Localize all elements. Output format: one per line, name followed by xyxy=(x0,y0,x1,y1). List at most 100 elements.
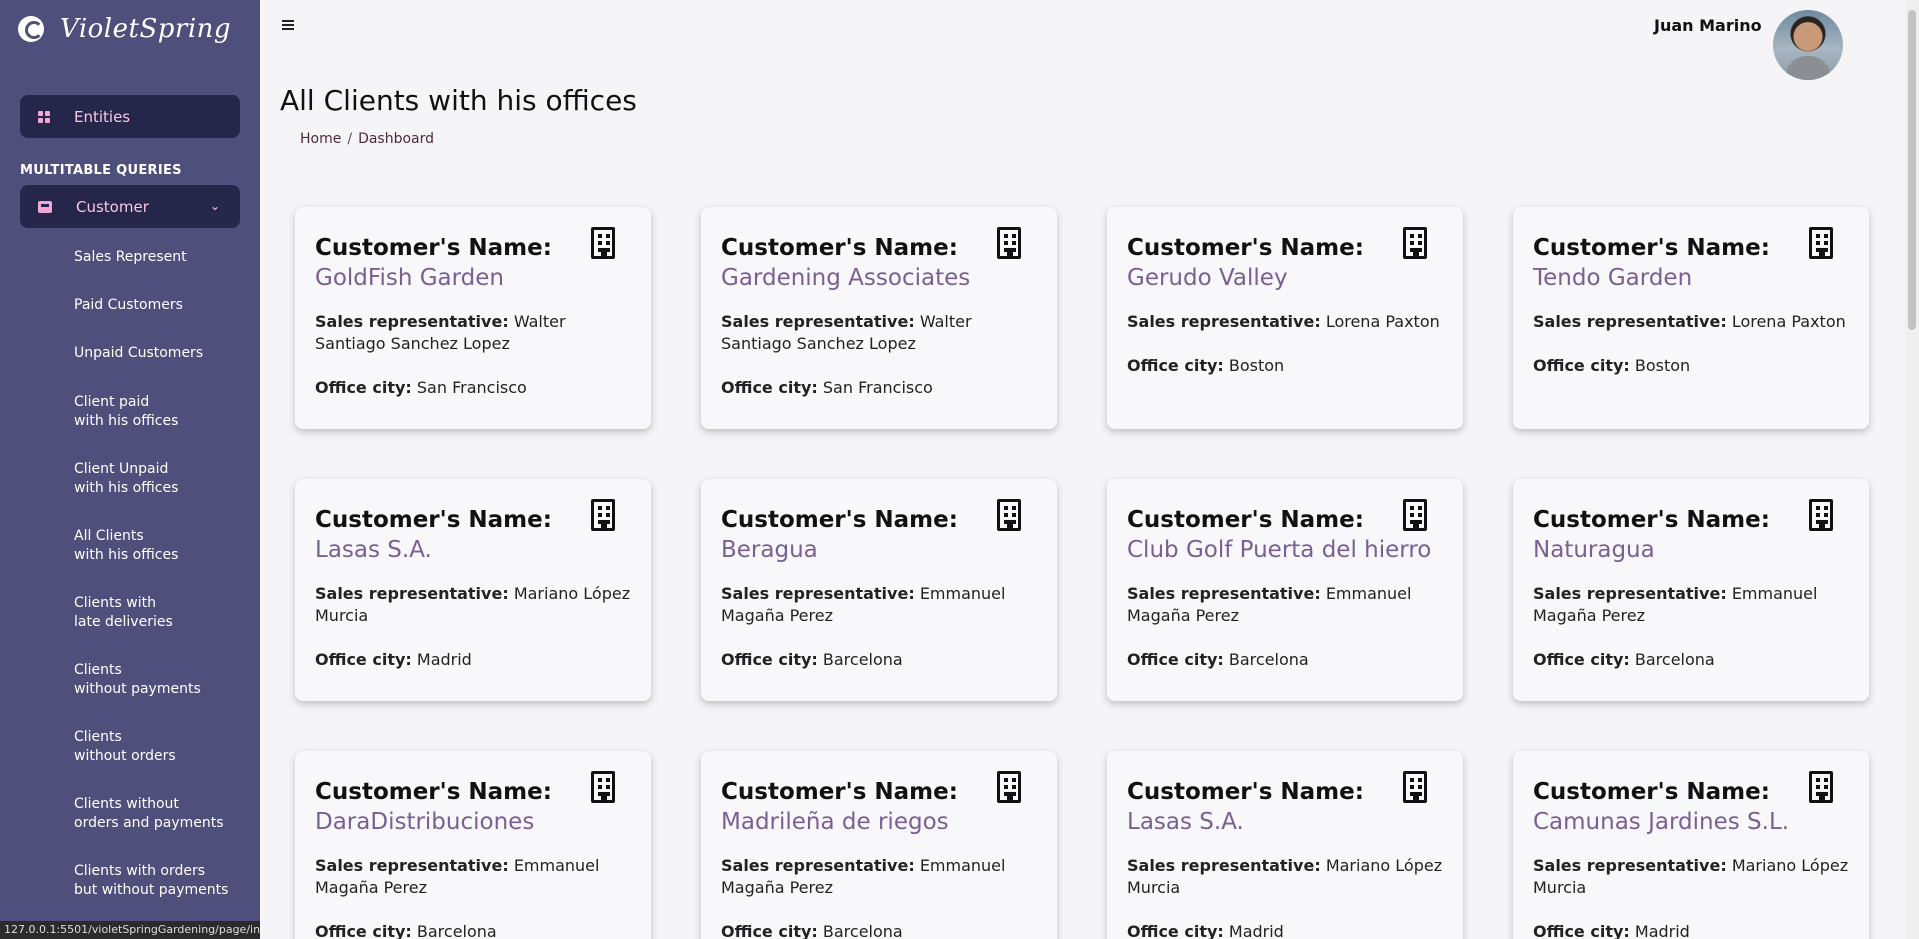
office-city-label: Office city: xyxy=(1533,356,1630,375)
customer-name-label: Customer's Name: xyxy=(1533,235,1770,261)
sales-rep-label: Sales representative: xyxy=(721,856,915,875)
sales-rep-row: Sales representative: Walter Santiago Sa… xyxy=(721,311,1037,355)
office-city-label: Office city: xyxy=(1533,650,1630,669)
sales-rep-value: Lorena Paxton xyxy=(1731,312,1846,331)
sidebar-subitem-label: orders and payments xyxy=(74,815,224,831)
sidebar-subitem[interactable]: Clients without orders xyxy=(74,728,176,766)
sidebar-item-label: Entities xyxy=(74,107,131,126)
inbox-icon xyxy=(38,200,52,213)
scrollbar[interactable] xyxy=(1905,0,1919,939)
customer-name: Lasas S.A. xyxy=(1127,809,1244,835)
breadcrumb-home[interactable]: Home xyxy=(300,131,341,147)
customer-name-label: Customer's Name: xyxy=(315,235,552,261)
office-city-value: Madrid xyxy=(1228,922,1284,939)
office-city-row: Office city: Madrid xyxy=(1533,921,1849,939)
sidebar-subitem-label: Unpaid Customers xyxy=(74,345,204,361)
sidebar-subitem-label: Clients with orders xyxy=(74,863,206,879)
sidebar-subitem-label: with his offices xyxy=(74,413,179,429)
sidebar-item-customer[interactable]: Customer ⌄ xyxy=(20,185,240,228)
breadcrumb-current: Dashboard xyxy=(358,131,435,147)
customer-card: Customer's Name: Lasas S.A. Sales represen… xyxy=(1107,751,1463,939)
sidebar-subitem[interactable]: Client Unpaid with his offices xyxy=(74,460,178,498)
sidebar-subitem[interactable]: Sales Represent xyxy=(74,248,187,267)
sales-rep-label: Sales representative: xyxy=(721,312,915,331)
sales-rep-row: Sales representative: Emmanuel Magaña Pe… xyxy=(721,583,1037,627)
status-url: 127.0.0.1:5501/violetSpringGardening/pag… xyxy=(0,921,260,939)
customer-name-label: Customer's Name: xyxy=(315,779,552,805)
customer-card: Customer's Name: GoldFish Garden Sales rep… xyxy=(295,207,651,429)
building-icon xyxy=(1809,499,1833,531)
sidebar-subitem-label: but without payments xyxy=(74,882,229,898)
sales-rep-row: Sales representative: Emmanuel Magaña Pe… xyxy=(1127,583,1443,627)
breadcrumb: Home / Dashboard xyxy=(300,131,434,147)
office-city-value: Barcelona xyxy=(822,922,903,939)
office-city-value: Boston xyxy=(1634,356,1691,375)
sidebar-subitem[interactable]: Client paid with his offices xyxy=(74,393,178,431)
sidebar-subitem-label: Sales Represent xyxy=(74,249,187,265)
brand-logo-icon xyxy=(18,16,44,42)
sidebar: VioletSpring Entities MULTITABLE QUERIES… xyxy=(0,0,260,939)
customer-name-label: Customer's Name: xyxy=(721,779,958,805)
building-icon xyxy=(1809,771,1833,803)
brand[interactable]: VioletSpring xyxy=(18,12,231,46)
sales-rep-row: Sales representative: Mariano López Murc… xyxy=(1127,855,1443,899)
office-city-label: Office city: xyxy=(315,378,412,397)
office-city-value: Barcelona xyxy=(822,650,903,669)
sales-rep-row: Sales representative: Mariano López Murc… xyxy=(315,583,631,627)
office-city-value: Madrid xyxy=(1634,922,1690,939)
sidebar-subitem[interactable]: Unpaid Customers xyxy=(74,344,203,363)
customer-name: Naturagua xyxy=(1533,537,1655,563)
sidebar-item-entities[interactable]: Entities xyxy=(20,95,240,138)
sidebar-item-label: Customer xyxy=(76,197,149,216)
customer-card: Customer's Name: Gardening Associates Sale… xyxy=(701,207,1057,429)
avatar[interactable] xyxy=(1773,10,1843,80)
sales-rep-label: Sales representative: xyxy=(1533,856,1727,875)
sidebar-subitem-label: Client paid xyxy=(74,394,150,410)
office-city-label: Office city: xyxy=(1127,356,1224,375)
sales-rep-label: Sales representative: xyxy=(721,584,915,603)
breadcrumb-separator: / xyxy=(347,131,353,147)
customer-card: Customer's Name: Madrileña de riegos Sales… xyxy=(701,751,1057,939)
sales-rep-row: Sales representative: Emmanuel Magaña Pe… xyxy=(1533,583,1849,627)
building-icon xyxy=(997,499,1021,531)
sidebar-subitem[interactable]: Clients with orders but without payments xyxy=(74,862,228,900)
sidebar-subitem-label: without orders xyxy=(74,748,176,764)
sidebar-subitem-label: with his offices xyxy=(74,480,179,496)
office-city-label: Office city: xyxy=(1533,922,1630,939)
sidebar-subitem[interactable]: Clients without payments xyxy=(74,661,201,699)
section-title: MULTITABLE QUERIES xyxy=(20,163,182,178)
customer-name: DaraDistribuciones xyxy=(315,809,535,835)
sidebar-subitem-label: Clients with xyxy=(74,595,156,611)
sidebar-subitem[interactable]: Clients without orders and payments xyxy=(74,795,224,833)
customer-name-label: Customer's Name: xyxy=(1127,779,1364,805)
sales-rep-row: Sales representative: Emmanuel Magaña Pe… xyxy=(315,855,631,899)
customer-card: Customer's Name: Lasas S.A. Sales represen… xyxy=(295,479,651,701)
sales-rep-label: Sales representative: xyxy=(1127,856,1321,875)
page-title: All Clients with his offices xyxy=(280,84,637,117)
sidebar-subitem-label: All Clients xyxy=(74,528,144,544)
office-city-row: Office city: Barcelona xyxy=(1127,649,1443,671)
sidebar-subitem[interactable]: All Clients with his offices xyxy=(74,527,178,565)
sidebar-subitem-label: Clients without xyxy=(74,796,179,812)
office-city-row: Office city: Boston xyxy=(1533,355,1849,377)
office-city-row: Office city: Barcelona xyxy=(721,649,1037,671)
customer-card: Customer's Name: Beragua Sales representat… xyxy=(701,479,1057,701)
office-city-label: Office city: xyxy=(315,922,412,939)
building-icon xyxy=(1403,227,1427,259)
customer-name-label: Customer's Name: xyxy=(721,507,958,533)
customer-name-label: Customer's Name: xyxy=(1127,235,1364,261)
customer-name: GoldFish Garden xyxy=(315,265,504,291)
sales-rep-label: Sales representative: xyxy=(315,312,509,331)
sidebar-subitem[interactable]: Clients with late deliveries xyxy=(74,594,173,632)
office-city-value: Boston xyxy=(1228,356,1285,375)
office-city-row: Office city: Barcelona xyxy=(1533,649,1849,671)
menu-toggle-button[interactable] xyxy=(282,20,294,30)
building-icon xyxy=(591,227,615,259)
scrollbar-thumb[interactable] xyxy=(1908,10,1916,330)
customer-name: Beragua xyxy=(721,537,818,563)
sidebar-subitem[interactable]: Paid Customers xyxy=(74,296,183,315)
office-city-label: Office city: xyxy=(1127,922,1224,939)
sales-rep-label: Sales representative: xyxy=(315,856,509,875)
sales-rep-label: Sales representative: xyxy=(315,584,509,603)
customer-card: Customer's Name: Gerudo Valley Sales repre… xyxy=(1107,207,1463,429)
